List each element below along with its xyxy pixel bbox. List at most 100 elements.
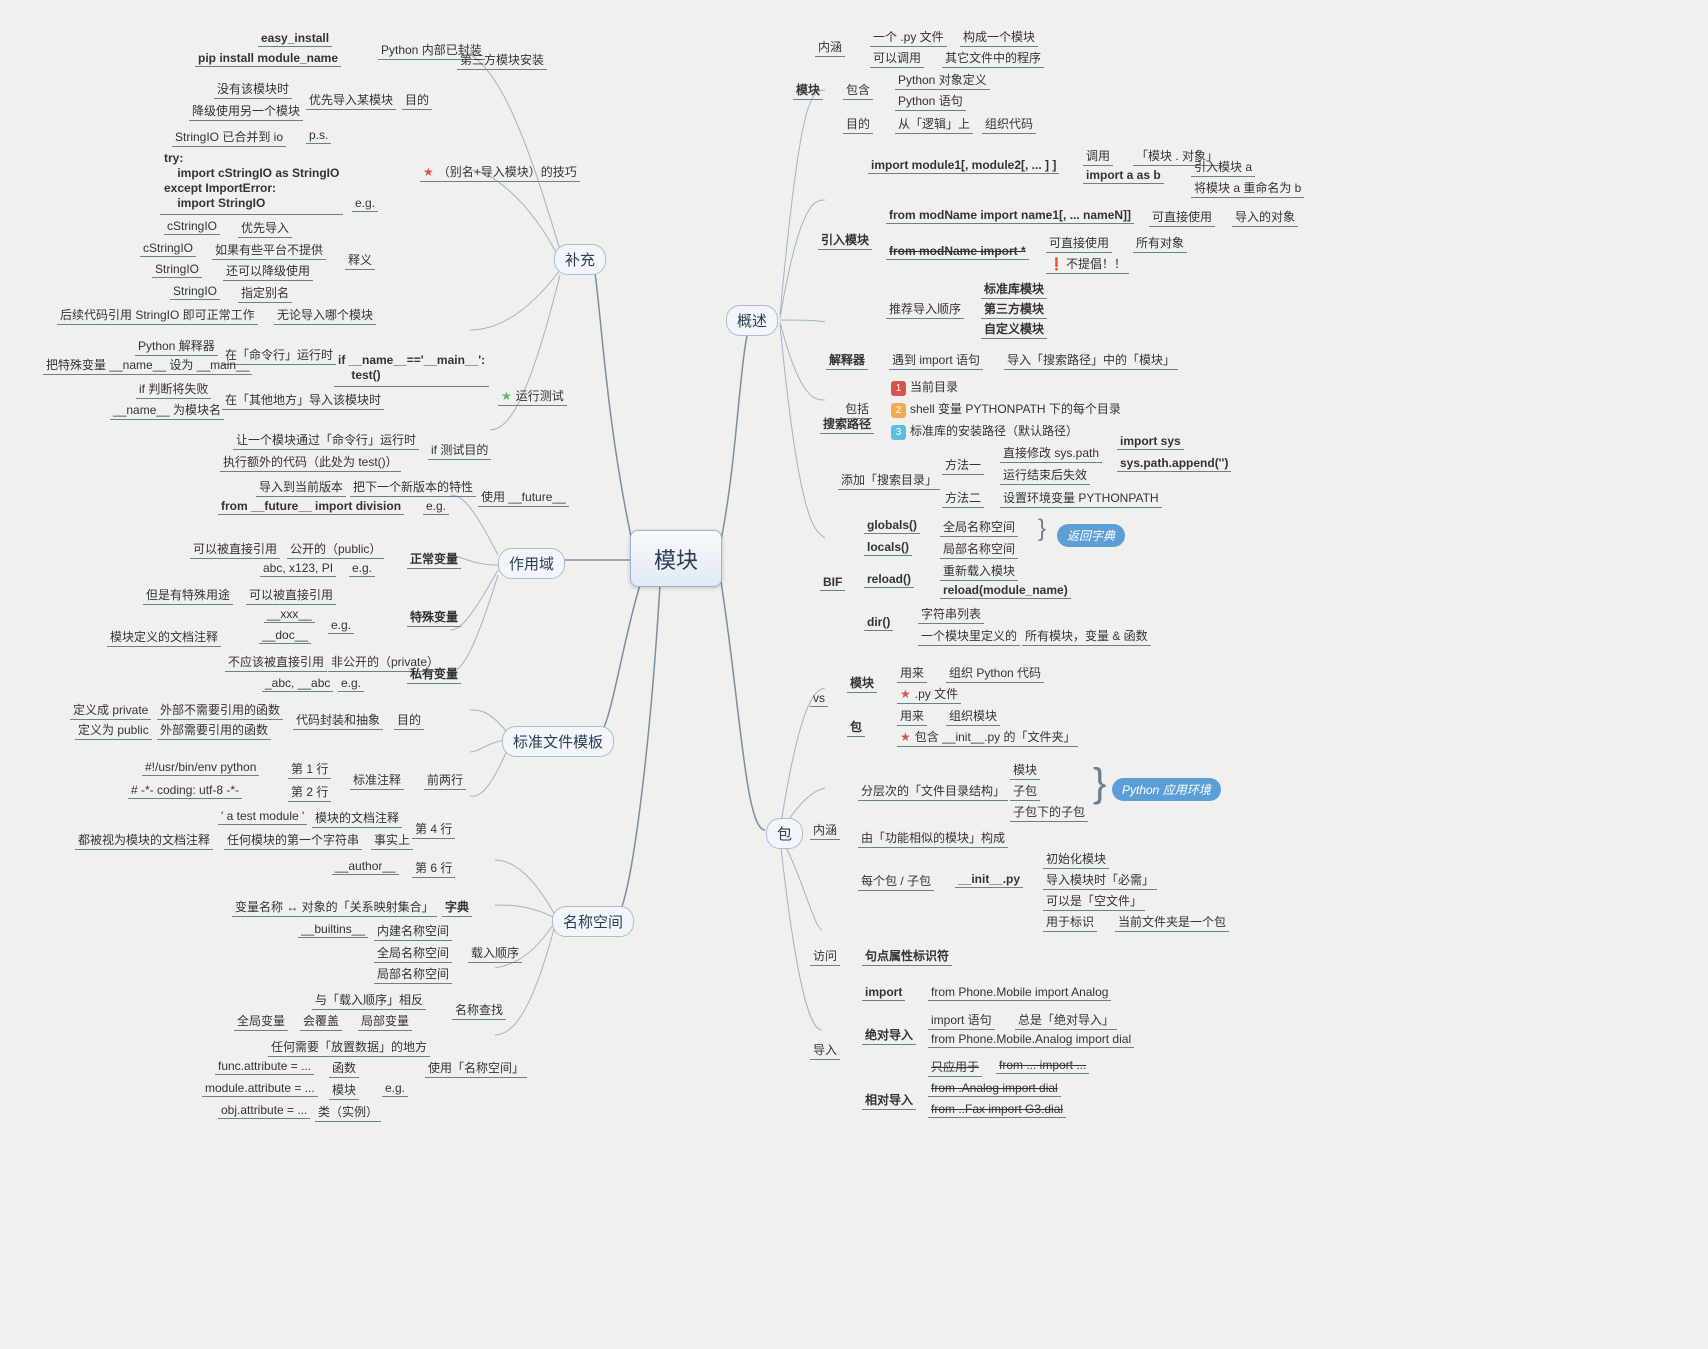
n: 优先导入某模块 <box>306 90 396 110</box>
n: 运行结束后失效 <box>1000 465 1090 485</box>
n: 局部名称空间 <box>940 539 1018 559</box>
branch-overview[interactable]: 概述 <box>726 305 778 336</box>
n: import 语句 <box>928 1010 995 1030</box>
n: import a as b <box>1083 167 1164 184</box>
n: 在「其他地方」导入该模块时 <box>222 390 384 410</box>
n: 解释器 <box>826 350 868 370</box>
n: 访问 <box>810 946 840 966</box>
n: 第 4 行 <box>412 819 455 839</box>
n: from modName import * <box>886 243 1029 260</box>
n: 用来 <box>897 706 927 726</box>
n: 还可以降级使用 <box>223 261 313 281</box>
n: 可以调用 <box>870 48 924 68</box>
n: 私有变量 <box>407 664 461 684</box>
n: 不应该被直接引用 <box>225 652 327 672</box>
n: 子包 <box>1010 781 1040 801</box>
n: 正常变量 <box>407 549 461 569</box>
n: 导入模块时「必需」 <box>1043 870 1157 890</box>
n: 如果有些平台不提供 <box>212 240 326 260</box>
n: 全局名称空间 <box>940 517 1018 537</box>
n: 第 2 行 <box>288 782 331 802</box>
n: 用来 <box>897 663 927 683</box>
n: 指定别名 <box>238 283 292 303</box>
n: 但是有特殊用途 <box>143 585 233 605</box>
n: from .Analog import dial <box>928 1080 1061 1097</box>
n: StringIO <box>152 261 202 278</box>
branch-scope[interactable]: 作用域 <box>498 548 565 579</box>
n: 相对导入 <box>862 1090 916 1110</box>
n: 方法二 <box>942 488 984 508</box>
n: 可以被直接引用 <box>190 539 280 559</box>
n: 模块 <box>1010 760 1040 780</box>
n: 可直接使用 <box>1046 233 1112 253</box>
n: 优先导入 <box>238 218 292 238</box>
n: 定义成 private <box>70 700 151 720</box>
n: 标准库模块 <box>981 279 1047 299</box>
n: 所有对象 <box>1133 233 1187 253</box>
n: 句点属性标识符 <box>862 946 952 966</box>
n: import <box>862 984 905 1001</box>
n: 降级使用另一个模块 <box>189 101 303 121</box>
n: 一个 .py 文件 <box>870 27 947 47</box>
n: 释义 <box>345 250 375 270</box>
n: from ... import ... <box>996 1057 1089 1074</box>
n: 载入顺序 <box>468 943 522 963</box>
n: 自定义模块 <box>981 319 1047 339</box>
n: 模块的文档注释 <box>312 808 402 828</box>
n: 后续代码引用 StringIO 即可正常工作 <box>57 305 258 325</box>
n: 外部不需要引用的函数 <box>157 700 283 720</box>
n: from Phone.Mobile.Analog import dial <box>928 1031 1134 1048</box>
n: 局部变量 <box>358 1011 412 1031</box>
n: 方法一 <box>942 455 984 475</box>
n: 第三方模块 <box>981 299 1047 319</box>
n: __xxx__ <box>264 606 315 623</box>
n: 都被视为模块的文档注释 <box>75 830 213 850</box>
n: __doc__ <box>259 627 311 644</box>
n: 内涵 <box>815 37 845 57</box>
branch-template[interactable]: 标准文件模板 <box>502 726 614 757</box>
n: 导入「搜索路径」中的「模块」 <box>1004 350 1178 370</box>
n: 包 <box>847 717 865 737</box>
branch-package[interactable]: 包 <box>766 818 803 849</box>
central-topic[interactable]: 模块 <box>630 530 722 587</box>
n: 当前文件夹是一个包 <box>1115 912 1229 932</box>
n: 组织代码 <box>982 114 1036 134</box>
n: 用于标识 <box>1043 912 1097 932</box>
n: 类（实例） <box>315 1102 381 1122</box>
n: 导入的对象 <box>1232 207 1298 227</box>
code-main-test: if __name__=='__main__': test() <box>334 350 489 387</box>
n: 全局名称空间 <box>374 943 452 963</box>
n: import module1[, module2[, ... ] ] <box>868 157 1059 174</box>
n: 子包下的子包 <box>1010 802 1088 822</box>
n: 其它文件中的程序 <box>942 48 1044 68</box>
n: 使用 __future__ <box>478 487 569 507</box>
n: 包含 __init__.py 的「文件夹」 <box>897 727 1078 747</box>
n: 构成一个模块 <box>960 27 1038 47</box>
n: Python 语句 <box>895 91 966 111</box>
n: 定义为 public <box>75 720 152 740</box>
n: 导入 <box>810 1040 840 1060</box>
branch-supplement[interactable]: 补充 <box>554 244 606 275</box>
n: func.attribute = ... <box>215 1058 314 1075</box>
n: 从「逻辑」上 <box>895 114 973 134</box>
n: 分层次的「文件目录结构」 <box>858 781 1008 801</box>
n: #!/usr/bin/env python <box>142 759 259 776</box>
n: import sys <box>1117 433 1184 450</box>
n: 第 1 行 <box>288 759 331 779</box>
n: 将模块 a 重命名为 b <box>1191 178 1304 198</box>
n: from modName import name1[, ... nameN]] <box>886 207 1134 224</box>
n: 任何需要「放置数据」的地方 <box>268 1037 430 1057</box>
n: e.g. <box>349 560 375 577</box>
n: reload() <box>864 571 914 588</box>
n: 任何模块的第一个字符串 <box>224 830 362 850</box>
n: 遇到 import 语句 <box>889 350 983 370</box>
n: 不提倡！！ <box>1046 254 1129 274</box>
n: 模块定义的文档注释 <box>107 627 221 647</box>
n: 会覆盖 <box>300 1011 342 1031</box>
n: from ..Fax import G3.dial <box>928 1101 1066 1118</box>
n: 字符串列表 <box>918 604 984 624</box>
n: 绝对导入 <box>862 1025 916 1045</box>
n: 名称查找 <box>452 1000 506 1020</box>
branch-namespace[interactable]: 名称空间 <box>552 906 634 937</box>
n: 使用「名称空间」 <box>425 1058 527 1078</box>
